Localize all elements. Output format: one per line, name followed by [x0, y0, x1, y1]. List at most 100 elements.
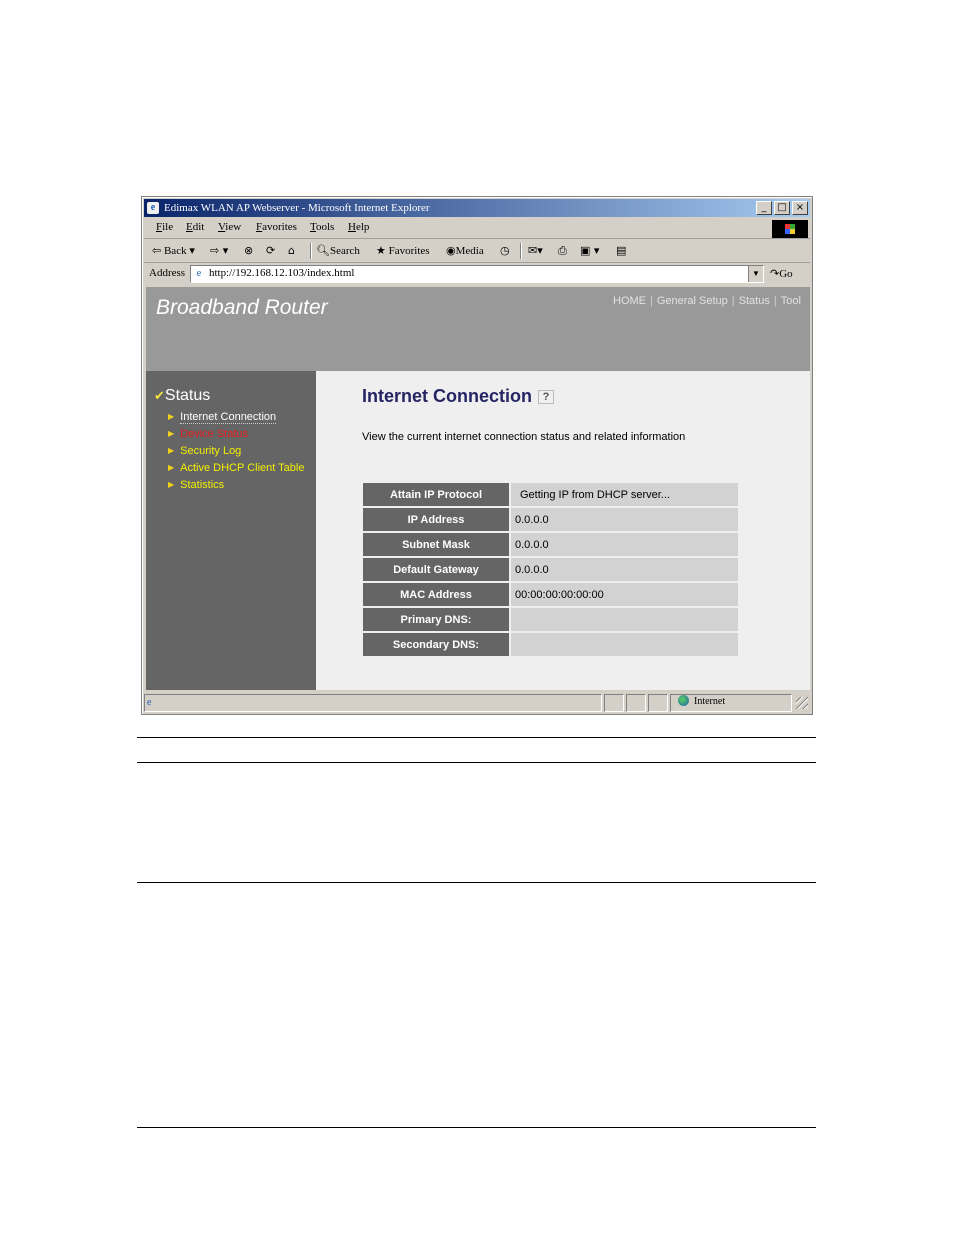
refresh-icon: ⟳	[266, 244, 276, 257]
print-icon: ⎙	[558, 244, 567, 257]
sidebar-item-statistics[interactable]: ▶ Statistics	[168, 477, 304, 494]
home-button[interactable]: ⌂	[288, 244, 295, 257]
row-label: Primary DNS:	[363, 608, 509, 631]
windows-logo-icon	[772, 220, 808, 238]
discuss-icon: ▤	[616, 244, 627, 257]
row-label: IP Address	[363, 508, 509, 531]
status-pane	[604, 694, 624, 712]
sidebar: ✔Status ▶ Internet Connection ▶ Device Sta…	[146, 371, 316, 690]
menu-help[interactable]: Help	[348, 221, 369, 233]
edit-icon: ▣ ▾	[580, 244, 600, 257]
divider	[137, 737, 816, 738]
arrow-right-icon: ▶	[168, 429, 175, 438]
minimize-button[interactable]: _	[756, 201, 772, 215]
window-title: Edimax WLAN AP Webserver - Microsoft Int…	[164, 202, 430, 214]
row-value	[511, 633, 738, 656]
refresh-button[interactable]: ⟳	[266, 244, 275, 257]
sidebar-item-security-log[interactable]: ▶ Security Log	[168, 443, 304, 460]
nav-tool[interactable]: Tool	[781, 295, 801, 307]
row-value	[511, 608, 738, 631]
table-row: Attain IP Protocol Getting IP from DHCP s…	[363, 483, 738, 506]
row-label: Attain IP Protocol	[363, 483, 509, 506]
main-content: Internet Connection? View the current in…	[316, 371, 810, 690]
row-label: Secondary DNS:	[363, 633, 509, 656]
search-icon: 🔍︎	[316, 244, 330, 257]
edit-button[interactable]: ▣ ▾	[580, 244, 599, 257]
favorites-button[interactable]: ★ Favorites	[376, 244, 430, 257]
go-button[interactable]: ↷Go	[770, 267, 793, 280]
address-input[interactable]: e http://192.168.12.103/index.html ▼	[190, 265, 764, 283]
divider	[137, 1127, 816, 1128]
address-dropdown-icon[interactable]: ▼	[748, 266, 763, 282]
nav-status[interactable]: Status	[739, 295, 770, 307]
row-value: 00:00:00:00:00:00	[511, 583, 738, 606]
table-row: Default Gateway 0.0.0.0	[363, 558, 738, 581]
status-pane	[648, 694, 668, 712]
mail-icon: ✉▾	[528, 244, 543, 257]
nav-home[interactable]: HOME	[613, 295, 646, 307]
router-header: Broadband Router HOME | General Setup | Stat…	[146, 287, 810, 371]
top-navigation: HOME | General Setup | Status | Tool	[613, 295, 801, 307]
go-arrow-icon: ↷	[770, 268, 780, 280]
sidebar-item-device-status[interactable]: ▶ Device Status	[168, 426, 304, 443]
resize-grip-icon[interactable]	[796, 697, 808, 709]
history-icon: ◷	[500, 244, 510, 257]
row-value: Getting IP from DHCP server...	[511, 483, 738, 506]
page-title: Internet Connection?	[362, 386, 554, 407]
browser-window: e Edimax WLAN AP Webserver - Microsoft I…	[141, 196, 813, 715]
search-button[interactable]: 🔍︎Search	[316, 244, 360, 257]
page-icon: e	[196, 268, 202, 279]
menu-bar: File Edit View Favorites Tools Help	[144, 218, 810, 239]
divider	[137, 882, 816, 883]
toolbar: ⇦ Back ▾ ⇨ ▾ ⊗ ⟳ ⌂ 🔍︎Search ★ Favorites …	[144, 240, 810, 263]
row-value: 0.0.0.0	[511, 508, 738, 531]
table-row: Primary DNS:	[363, 608, 738, 631]
print-button[interactable]: ⎙	[558, 244, 567, 258]
menu-favorites[interactable]: Favorites	[256, 221, 297, 233]
back-arrow-icon: ⇦	[152, 244, 162, 257]
status-bar: e Internet	[144, 693, 810, 712]
row-value: 0.0.0.0	[511, 533, 738, 556]
discuss-button[interactable]: ▤	[616, 244, 626, 257]
menu-tools[interactable]: Tools	[310, 221, 334, 233]
maximize-button[interactable]: □	[774, 201, 790, 215]
forward-arrow-icon: ⇨ ▾	[210, 244, 229, 257]
arrow-right-icon: ▶	[168, 463, 175, 472]
row-label: Subnet Mask	[363, 533, 509, 556]
sidebar-item-dhcp-client-table[interactable]: ▶ Active DHCP Client Table	[168, 460, 304, 477]
nav-general-setup[interactable]: General Setup	[657, 295, 728, 307]
back-button[interactable]: ⇦ Back ▾	[152, 244, 195, 257]
stop-icon: ⊗	[244, 244, 254, 257]
page-description: View the current internet connection sta…	[362, 431, 686, 443]
arrow-right-icon: ▶	[168, 480, 175, 489]
brand-title: Broadband Router	[156, 296, 328, 319]
home-icon: ⌂	[288, 244, 295, 257]
sidebar-title: ✔Status	[154, 387, 211, 404]
row-value: 0.0.0.0	[511, 558, 738, 581]
title-bar[interactable]: e Edimax WLAN AP Webserver - Microsoft I…	[144, 199, 810, 217]
menu-edit[interactable]: Edit	[186, 221, 204, 233]
row-label: Default Gateway	[363, 558, 509, 581]
table-row: Subnet Mask 0.0.0.0	[363, 533, 738, 556]
mail-button[interactable]: ✉▾	[528, 244, 543, 257]
table-row: MAC Address 00:00:00:00:00:00	[363, 583, 738, 606]
security-zone: Internet	[678, 695, 725, 707]
stop-button[interactable]: ⊗	[244, 244, 253, 257]
divider	[137, 762, 816, 763]
close-button[interactable]: ×	[792, 201, 808, 215]
address-url: http://192.168.12.103/index.html	[209, 267, 355, 279]
sidebar-item-internet-connection[interactable]: ▶ Internet Connection	[168, 409, 304, 426]
history-button[interactable]: ◷	[500, 244, 510, 257]
page-status-icon: e	[147, 697, 152, 708]
forward-button[interactable]: ⇨ ▾	[210, 244, 228, 257]
menu-view[interactable]: View	[218, 221, 241, 233]
row-label: MAC Address	[363, 583, 509, 606]
arrow-right-icon: ▶	[168, 412, 175, 421]
checkmark-icon: ✔	[154, 388, 165, 403]
address-label: Address	[149, 267, 186, 279]
globe-icon	[678, 695, 689, 706]
media-button[interactable]: ◉Media	[446, 244, 484, 257]
help-icon[interactable]: ?	[538, 390, 554, 405]
menu-file[interactable]: File	[156, 221, 173, 233]
page-viewport: Broadband Router HOME | General Setup | Stat…	[146, 287, 810, 690]
